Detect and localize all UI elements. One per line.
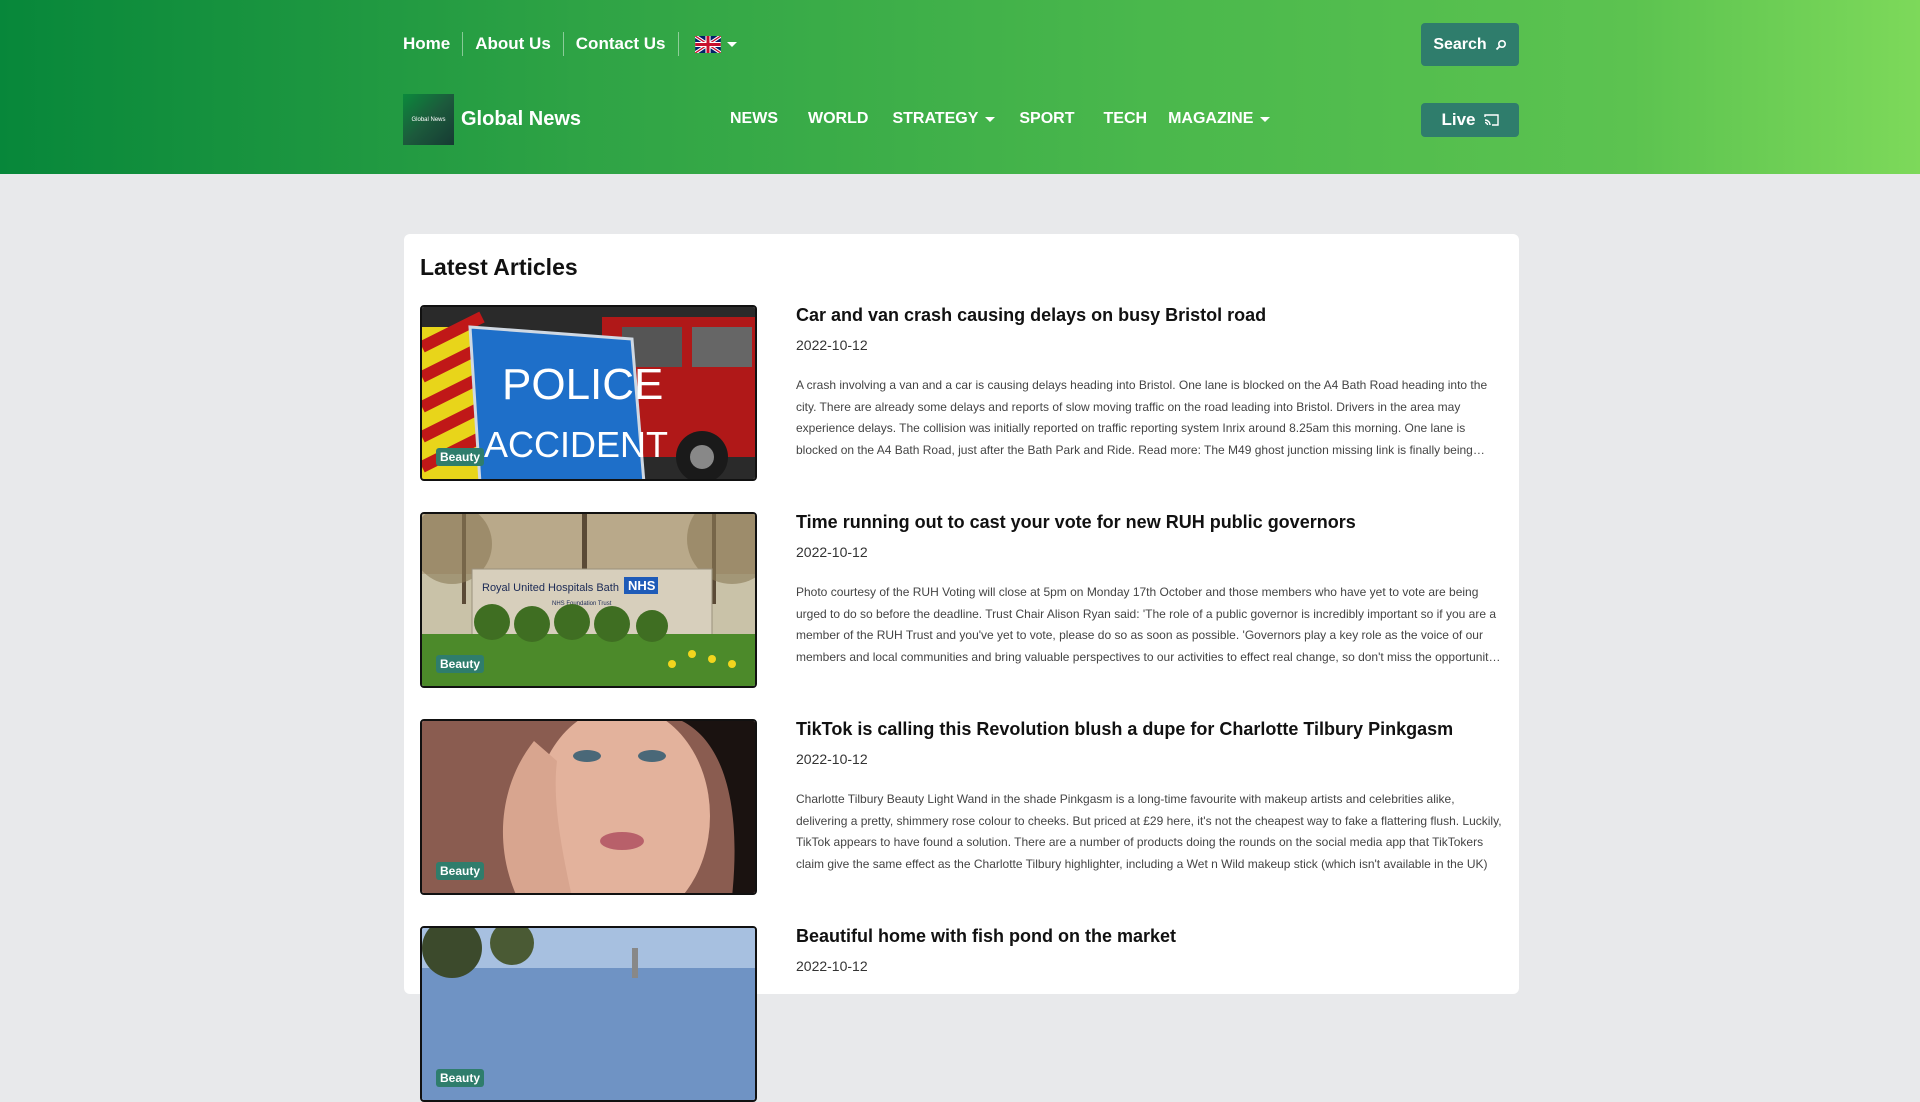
brand[interactable]: Global News Global News (403, 94, 581, 145)
nav-magazine-dropdown[interactable]: MAGAZINE (1168, 110, 1271, 128)
main-nav: NEWS WORLD STRATEGY SPORT TECH MAGAZINE (730, 107, 1271, 131)
image-text: POLICE (502, 360, 663, 409)
category-badge[interactable]: Beauty (436, 862, 485, 880)
article-excerpt: A crash involving a van and a car is cau… (796, 378, 1488, 457)
section-title: Latest Articles (420, 254, 578, 280)
chevron-down-icon (985, 116, 996, 122)
search-icon (1495, 39, 1506, 50)
top-nav: Home About Us Contact Us (403, 24, 737, 64)
article-date: 2022-10-12 (796, 958, 868, 974)
article-excerpt: Charlotte Tilbury Beauty Light Wand in t… (796, 792, 1502, 871)
image-text: Royal United Hospitals Bath (482, 582, 619, 594)
category-badge[interactable]: Beauty (436, 1069, 485, 1087)
article-thumbnail[interactable]: Beauty (420, 719, 757, 895)
article-title[interactable]: Time running out to cast your vote for n… (796, 512, 1356, 533)
uk-flag-icon (694, 35, 721, 53)
article-card: Beauty TikTok is calling this Revolution… (420, 719, 1510, 895)
language-dropdown[interactable] (677, 32, 737, 56)
article-title[interactable]: TikTok is calling this Revolution blush … (796, 719, 1453, 740)
nav-home-link[interactable]: Home (403, 32, 462, 56)
article-card: Royal United Hospitals Bath NHS NHS Foun… (420, 512, 1510, 688)
article-date: 2022-10-12 (796, 751, 868, 767)
site-header: Home About Us Contact Us Search Global N… (0, 0, 1920, 174)
article-thumbnail[interactable]: Beauty (420, 926, 757, 1102)
search-button[interactable]: Search (1421, 23, 1519, 66)
article-card: Beauty Beautiful home with fish pond on … (420, 926, 1510, 1102)
image-text: NHS (628, 578, 656, 593)
article-thumbnail[interactable]: POLICE ACCIDENT Beauty (420, 305, 757, 481)
category-badge[interactable]: Beauty (436, 655, 485, 673)
category-badge[interactable]: Beauty (436, 448, 485, 466)
article-date: 2022-10-12 (796, 544, 868, 560)
image-text: ACCIDENT (484, 424, 668, 465)
article-excerpt: Photo courtesy of the RUH Voting will cl… (796, 585, 1497, 664)
nav-news[interactable]: NEWS (730, 110, 778, 128)
live-button-label: Live (1441, 110, 1476, 129)
nav-strategy-dropdown[interactable]: STRATEGY (892, 110, 996, 128)
nav-about-link[interactable]: About Us (462, 32, 563, 56)
image-text: NHS Foundation Trust (552, 601, 612, 607)
chevron-down-icon (1260, 116, 1271, 122)
cast-icon (1483, 114, 1499, 126)
logo-text: Global News (411, 116, 446, 123)
article-title[interactable]: Car and van crash causing delays on busy… (796, 305, 1266, 326)
nav-tech[interactable]: TECH (1104, 110, 1148, 128)
article-card: POLICE ACCIDENT Beauty Car and van crash… (420, 305, 1510, 481)
latest-articles-panel: Latest Articles POLICE ACCIDENT Beauty C… (404, 234, 1519, 1102)
nav-contact-link[interactable]: Contact Us (562, 32, 678, 56)
live-button[interactable]: Live (1421, 103, 1519, 137)
site-name: Global News (461, 108, 582, 130)
search-button-label: Search (1433, 35, 1487, 53)
article-thumbnail[interactable]: Royal United Hospitals Bath NHS NHS Foun… (420, 512, 757, 688)
article-date: 2022-10-12 (796, 337, 868, 353)
chevron-down-icon (726, 41, 737, 47)
nav-sport[interactable]: SPORT (1019, 110, 1074, 128)
nav-world[interactable]: WORLD (808, 110, 868, 128)
article-title[interactable]: Beautiful home with fish pond on the mar… (796, 926, 1176, 947)
site-logo: Global News (403, 94, 454, 145)
